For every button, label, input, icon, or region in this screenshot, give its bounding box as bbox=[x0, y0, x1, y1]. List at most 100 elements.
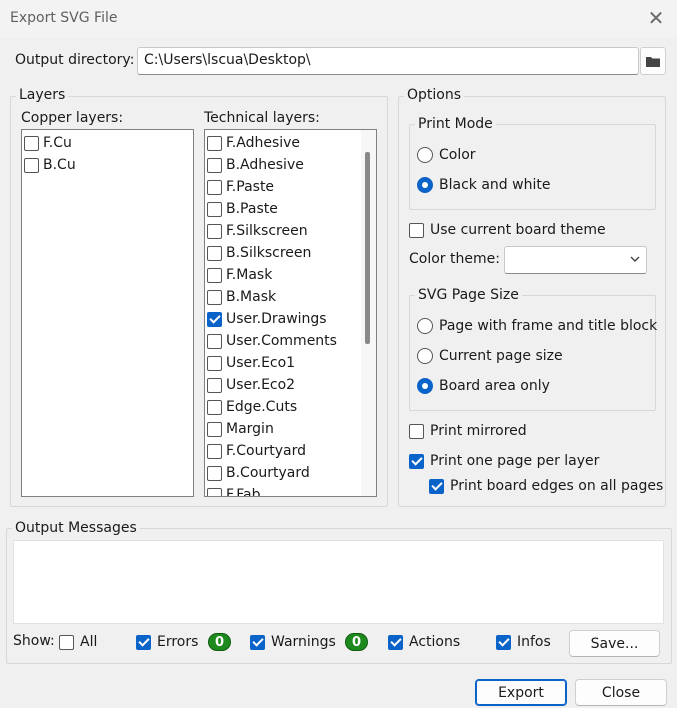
layer-name: F.Cu bbox=[43, 135, 72, 151]
use-board-theme-label: Use current board theme bbox=[430, 222, 606, 238]
layer-list-item[interactable]: B.Courtyard bbox=[207, 462, 310, 484]
checkbox-indicator[interactable] bbox=[250, 634, 265, 650]
layer-list-item[interactable]: Edge.Cuts bbox=[207, 396, 297, 418]
print-mirrored-label: Print mirrored bbox=[430, 423, 527, 439]
layer-checkbox[interactable] bbox=[207, 135, 222, 151]
layer-name: F.Fab bbox=[226, 487, 261, 497]
one-page-per-layer-label: Print one page per layer bbox=[430, 453, 600, 469]
checkbox-indicator[interactable] bbox=[409, 453, 424, 469]
layer-list-item[interactable]: F.Silkscreen bbox=[207, 220, 308, 242]
use-board-theme-checkbox[interactable]: Use current board theme bbox=[409, 222, 606, 238]
layer-list-item[interactable]: User.Drawings bbox=[207, 308, 327, 330]
close-button[interactable]: Close bbox=[575, 679, 667, 706]
layer-checkbox[interactable] bbox=[207, 443, 222, 459]
layer-list-item[interactable]: B.Silkscreen bbox=[207, 242, 311, 264]
radio-indicator[interactable] bbox=[417, 318, 433, 334]
layer-checkbox[interactable] bbox=[207, 355, 222, 371]
layer-name: B.Silkscreen bbox=[226, 245, 312, 261]
scrollbar-thumb[interactable] bbox=[365, 152, 370, 344]
export-button[interactable]: Export bbox=[475, 679, 567, 706]
layer-checkbox[interactable] bbox=[207, 289, 222, 305]
checkbox-indicator[interactable] bbox=[136, 634, 151, 650]
close-icon[interactable]: ✕ bbox=[644, 6, 668, 30]
layer-list-item[interactable]: F.Cu bbox=[24, 132, 72, 154]
current-page-size-radio[interactable]: Current page size bbox=[417, 348, 563, 364]
copper-layers-label: Copper layers: bbox=[21, 110, 124, 126]
board-edges-all-pages-label: Print board edges on all pages bbox=[450, 478, 664, 494]
checkbox-indicator[interactable] bbox=[409, 222, 424, 238]
layer-name: F.Adhesive bbox=[226, 135, 301, 151]
layer-list-item[interactable]: User.Eco2 bbox=[207, 374, 295, 396]
one-page-per-layer-checkbox[interactable]: Print one page per layer bbox=[409, 453, 599, 469]
checkbox-indicator[interactable] bbox=[59, 634, 74, 650]
output-messages-title: Output Messages bbox=[12, 520, 140, 536]
layer-checkbox[interactable] bbox=[24, 135, 39, 151]
warnings-checkbox[interactable]: Warnings bbox=[250, 634, 336, 650]
layer-checkbox[interactable] bbox=[207, 267, 222, 283]
layer-list-item[interactable]: F.Adhesive bbox=[207, 132, 300, 154]
save-messages-button[interactable]: Save... bbox=[569, 630, 660, 657]
layer-list-item[interactable]: B.Adhesive bbox=[207, 154, 304, 176]
layer-checkbox[interactable] bbox=[207, 465, 222, 481]
checkbox-indicator[interactable] bbox=[496, 634, 511, 650]
folder-icon bbox=[646, 56, 660, 67]
errors-label: Errors bbox=[157, 634, 199, 650]
technical-layers-list[interactable]: F.Adhesive B.Adhesive F.Paste B.Paste F.Silk… bbox=[204, 129, 377, 497]
radio-indicator[interactable] bbox=[417, 378, 433, 394]
layer-checkbox[interactable] bbox=[24, 157, 39, 173]
black-and-white-radio-label: Black and white bbox=[439, 177, 551, 193]
layer-checkbox[interactable] bbox=[207, 421, 222, 437]
output-messages-box[interactable] bbox=[13, 540, 664, 624]
layer-checkbox[interactable] bbox=[207, 223, 222, 239]
layer-checkbox[interactable] bbox=[207, 157, 222, 173]
layer-list-item[interactable]: User.Comments bbox=[207, 330, 337, 352]
layer-list-item[interactable]: User.Eco1 bbox=[207, 352, 295, 374]
layer-checkbox[interactable] bbox=[207, 201, 222, 217]
layer-checkbox[interactable] bbox=[207, 179, 222, 195]
checkbox-indicator[interactable] bbox=[388, 634, 403, 650]
technical-layers-scrollbar[interactable] bbox=[361, 130, 376, 496]
color-radio[interactable]: Color bbox=[417, 147, 476, 163]
radio-indicator[interactable] bbox=[417, 348, 433, 364]
radio-indicator[interactable] bbox=[417, 147, 433, 163]
layer-list-item[interactable]: F.Paste bbox=[207, 176, 274, 198]
color-theme-select[interactable] bbox=[504, 246, 647, 274]
layer-checkbox[interactable] bbox=[207, 487, 222, 496]
black-and-white-radio[interactable]: Black and white bbox=[417, 177, 550, 193]
print-mirrored-checkbox[interactable]: Print mirrored bbox=[409, 423, 527, 439]
layer-name: B.Adhesive bbox=[226, 157, 304, 173]
infos-checkbox[interactable]: Infos bbox=[496, 634, 551, 650]
layer-list-item[interactable]: B.Cu bbox=[24, 154, 76, 176]
copper-layers-list[interactable]: F.Cu B.Cu bbox=[21, 129, 194, 497]
show-all-checkbox[interactable]: All bbox=[59, 634, 97, 650]
layer-list-item[interactable]: B.Paste bbox=[207, 198, 278, 220]
layer-name: F.Mask bbox=[226, 267, 273, 283]
board-edges-all-pages-checkbox[interactable]: Print board edges on all pages bbox=[429, 478, 663, 494]
layer-list-item[interactable]: F.Courtyard bbox=[207, 440, 306, 462]
layer-list-item[interactable]: F.Fab bbox=[207, 484, 261, 497]
layer-checkbox[interactable] bbox=[207, 399, 222, 415]
output-directory-input[interactable]: C:\Users\lscua\Desktop\ bbox=[137, 47, 639, 75]
layer-list-item[interactable]: Margin bbox=[207, 418, 274, 440]
actions-label: Actions bbox=[409, 634, 461, 650]
errors-checkbox[interactable]: Errors bbox=[136, 634, 198, 650]
layer-checkbox[interactable] bbox=[207, 377, 222, 393]
page-frame-radio[interactable]: Page with frame and title block bbox=[417, 318, 657, 334]
browse-folder-button[interactable] bbox=[640, 47, 666, 75]
actions-checkbox[interactable]: Actions bbox=[388, 634, 460, 650]
radio-indicator[interactable] bbox=[417, 177, 433, 193]
warnings-count-badge: 0 bbox=[345, 633, 368, 651]
layer-checkbox[interactable] bbox=[207, 245, 222, 261]
checkbox-indicator[interactable] bbox=[409, 423, 424, 439]
chevron-down-icon bbox=[630, 256, 640, 262]
layer-list-item[interactable]: F.Mask bbox=[207, 264, 272, 286]
checkbox-indicator[interactable] bbox=[429, 478, 444, 494]
board-area-only-radio[interactable]: Board area only bbox=[417, 378, 550, 394]
layer-checkbox[interactable] bbox=[207, 311, 222, 327]
layer-name: User.Comments bbox=[226, 333, 337, 349]
layer-checkbox[interactable] bbox=[207, 333, 222, 349]
infos-label: Infos bbox=[517, 634, 551, 650]
options-group-title: Options bbox=[404, 87, 465, 103]
layer-list-item[interactable]: B.Mask bbox=[207, 286, 276, 308]
layer-name: Edge.Cuts bbox=[226, 399, 298, 415]
